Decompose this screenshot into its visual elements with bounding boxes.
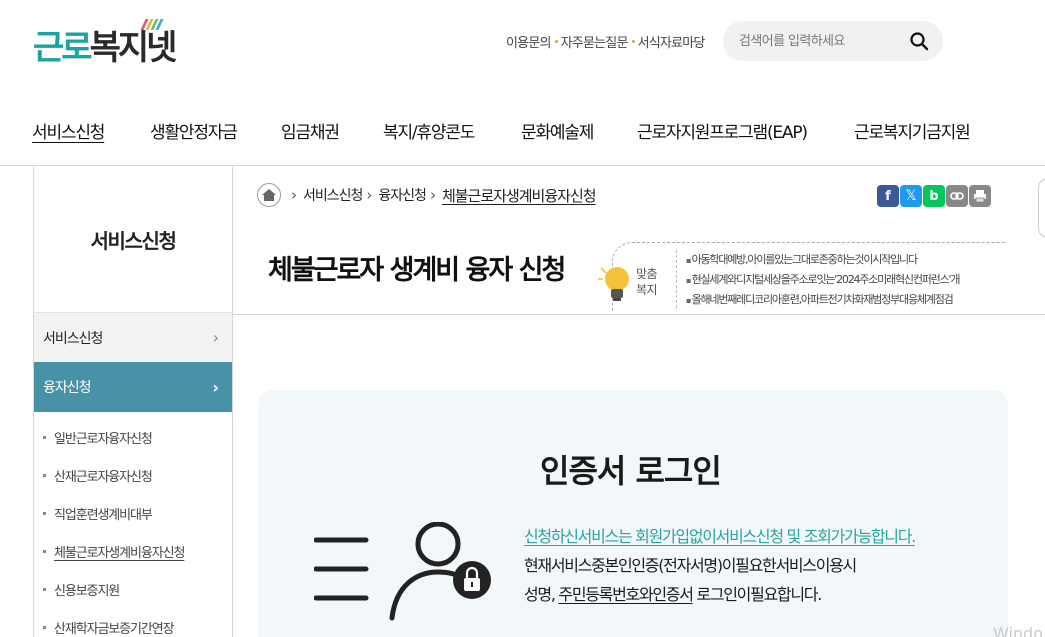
chevron-right-icon: › <box>366 186 372 204</box>
bullet-icon <box>43 511 46 515</box>
separator-dot <box>554 40 558 43</box>
link-icon[interactable] <box>946 185 968 207</box>
utility-links: 이용문의 자주묻는질문 서식자료마당 <box>506 32 705 51</box>
tip-item[interactable]: 아동학대예방,아이를있는그대로존중하는것이시작입니다 <box>686 252 1006 272</box>
submenu-item-unpaid-worker-loan[interactable]: 체불근로자생계비융자신청 <box>34 532 232 570</box>
breadcrumb-item-loan-apply[interactable]: 융자신청 <box>378 185 427 205</box>
submenu-item-credit-guarantee[interactable]: 신용보증지원 <box>34 570 232 608</box>
certificate-login-box: 인증서 로그인 신청하신서비스는 회원가입없이서비스신청 및 조회가가능합니다.… <box>258 390 1008 637</box>
submenu-item-vocational-training-loan[interactable]: 직업훈련생계비대부 <box>34 494 232 532</box>
logo-text-part2: 복지넷 <box>89 28 178 68</box>
chevron-right-icon: › <box>429 186 436 204</box>
login-description: 신청하신서비스는 회원가입없이서비스신청 및 조회가가능합니다. 현재서비스중본… <box>524 522 984 609</box>
tip-divider <box>676 250 677 308</box>
side-nav: 서비스신청 서비스신청 › 융자신청 › 일반근로자융자신청 산재근로자융자신청… <box>33 166 233 637</box>
user-lock-icon <box>314 522 491 621</box>
tip-label-line2: 복지 <box>636 283 658 297</box>
tip-item[interactable]: 현실세계와디지털세상을주소로잇는'2024주소미래혁신컨퍼런스'개 <box>686 272 1006 292</box>
search-box <box>723 21 943 61</box>
search-icon[interactable] <box>909 31 929 51</box>
side-nav-item-service-apply[interactable]: 서비스신청 › <box>34 312 232 362</box>
nav-welfare-fund-support[interactable]: 근로복지기금지원 <box>854 118 971 143</box>
tip-list: 아동학대예방,아이를있는그대로존중하는것이시작입니다 현실세계와디지털세상을주소… <box>686 252 1006 312</box>
submenu-item-tuition-guarantee-extension[interactable]: 산재학자금보증기간연장 <box>34 608 232 637</box>
login-title: 인증서 로그인 <box>540 452 722 490</box>
nav-living-stability-fund[interactable]: 생활안정자금 <box>150 118 238 143</box>
nav-culture-art-festival[interactable]: 문화예술제 <box>521 118 594 143</box>
nav-welfare-condo[interactable]: 복지/휴양콘도 <box>383 118 475 143</box>
side-nav-item-loan-apply[interactable]: 융자신청 › <box>34 362 232 412</box>
util-link-faq[interactable]: 자주묻는질문 <box>561 32 629 51</box>
breadcrumb-current: 체불근로자생계비융자신청 <box>441 186 597 205</box>
lightbulb-icon <box>598 267 629 301</box>
print-icon[interactable] <box>969 185 991 207</box>
chevron-right-icon: › <box>291 186 297 204</box>
side-nav-item-label: 융자신청 <box>43 380 92 396</box>
blog-icon[interactable]: b <box>923 185 945 207</box>
chevron-right-icon: › <box>212 377 219 397</box>
content-divider <box>233 314 1045 315</box>
nav-eap[interactable]: 근로자지원프로그램(EAP) <box>637 118 808 143</box>
bullet-icon <box>43 435 46 439</box>
login-line2: 현재서비스중본인인증(전자서명)이필요한서비스이용시 <box>524 556 857 575</box>
page: 근로복지넷 이용문의 자주묻는질문 서식자료마당 서비스신청 생활안정자금 임금… <box>0 0 1045 637</box>
login-notice-link[interactable]: 신청하신서비스는 회원가입없이서비스신청 및 조회가가능합니다. <box>524 522 984 551</box>
util-link-forms[interactable]: 서식자료마당 <box>638 32 706 51</box>
side-nav-title: 서비스신청 <box>90 228 177 253</box>
nav-wage-claim[interactable]: 임금채권 <box>281 118 340 143</box>
x-icon[interactable]: 𝕏 <box>900 185 922 207</box>
nav-service-apply[interactable]: 서비스신청 <box>32 118 105 143</box>
bullet-icon <box>43 625 46 629</box>
side-nav-item-label: 서비스신청 <box>43 330 103 347</box>
submenu-item-industrial-accident-loan[interactable]: 산재근로자융자신청 <box>34 456 232 494</box>
separator-dot <box>631 40 635 43</box>
main-nav: 서비스신청 생활안정자금 임금채권 복지/휴양콘도 문화예술제 근로자지원프로그… <box>0 118 1045 144</box>
breadcrumb: › 서비스신청 › 융자신청 › 체불근로자생계비융자신청 <box>257 183 597 207</box>
login-line3: 성명, 주민등록번호와인증서 로그인이필요합니다. <box>524 585 822 604</box>
logo-text-part1: 근로 <box>33 28 93 68</box>
facebook-icon[interactable]: f <box>877 185 899 207</box>
home-icon[interactable] <box>257 183 281 207</box>
page-title: 체불근로자 생계비 융자 신청 <box>268 255 566 286</box>
util-link-inquiry[interactable]: 이용문의 <box>506 32 551 51</box>
tip-label-line1: 맞춤 <box>636 267 658 281</box>
tip-item[interactable]: 올해네번째레디코리아훈련,아파트전기차화재범정부대응체계점검 <box>686 292 1006 312</box>
side-quick-menu-tab[interactable] <box>1038 178 1045 238</box>
breadcrumb-item-service-apply[interactable]: 서비스신청 <box>303 185 363 205</box>
tip-label: 맞춤 복지 <box>636 266 658 298</box>
bullet-icon <box>43 473 46 477</box>
windows-watermark: Windo <box>993 624 1043 637</box>
share-icons: f 𝕏 b <box>877 185 991 207</box>
chevron-right-icon: › <box>212 328 219 347</box>
bullet-icon <box>43 587 46 591</box>
bullet-icon <box>43 549 46 553</box>
submenu-item-general-worker-loan[interactable]: 일반근로자융자신청 <box>34 418 232 456</box>
side-nav-submenu: 일반근로자융자신청 산재근로자융자신청 직업훈련생계비대부 체불근로자생계비융자… <box>34 412 232 637</box>
search-input[interactable] <box>739 30 899 52</box>
